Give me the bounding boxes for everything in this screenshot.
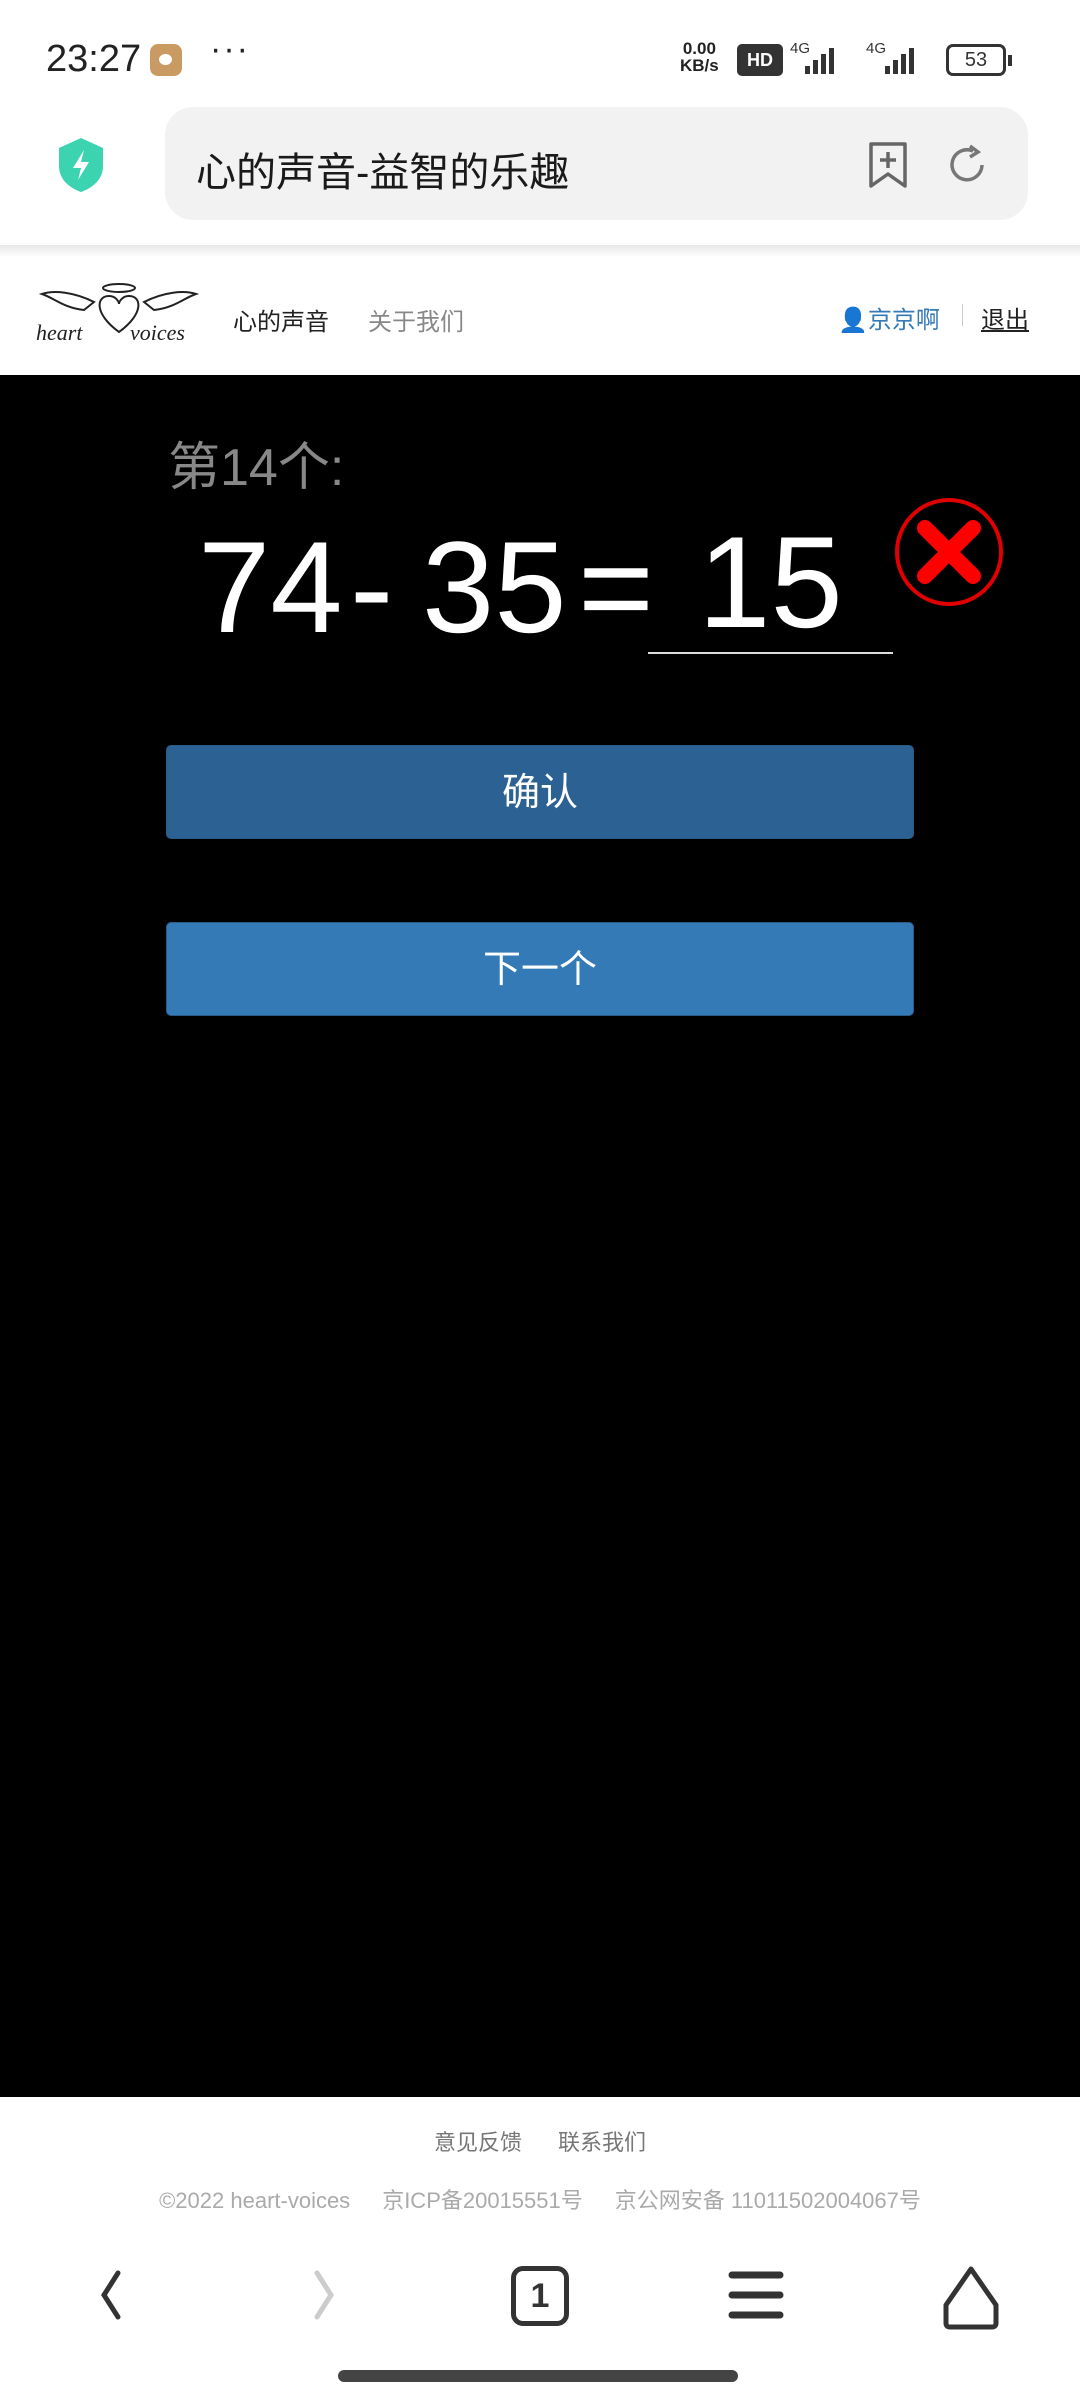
network-speed: 0.00 KB/s xyxy=(680,40,719,74)
answer-input[interactable] xyxy=(648,512,893,654)
page-title[interactable]: 心的声音-益智的乐趣 xyxy=(196,140,569,198)
back-icon[interactable] xyxy=(90,2265,130,2325)
forward-icon[interactable] xyxy=(305,2265,345,2325)
nav-link-heart-voices[interactable]: 心的声音 xyxy=(233,302,329,337)
signal-icon xyxy=(805,44,834,74)
speed-unit: KB/s xyxy=(680,56,719,75)
user-link[interactable]: 👤京京啊 xyxy=(838,300,940,335)
home-indicator[interactable] xyxy=(338,2370,738,2382)
tabs-button[interactable]: 1 xyxy=(511,2266,569,2326)
feedback-link[interactable]: 意见反馈 xyxy=(434,2130,522,2155)
question-number: 第14个: xyxy=(168,439,345,497)
more-notifications-icon: ··· xyxy=(210,30,250,68)
footer-links: 意见反馈 联系我们 xyxy=(0,2125,1080,2157)
sim2-label: 4G xyxy=(866,40,887,57)
confirm-button[interactable]: 确认 xyxy=(166,745,914,839)
logout-link[interactable]: 退出 xyxy=(981,300,1029,335)
icp-link[interactable]: 京ICP备20015551号 xyxy=(382,2188,583,2213)
operand-b: 35 xyxy=(422,514,567,660)
contact-link[interactable]: 联系我们 xyxy=(558,2130,646,2155)
next-button[interactable]: 下一个 xyxy=(166,922,914,1016)
hd-voice-icon: HD xyxy=(737,44,783,76)
notification-app-icon xyxy=(150,44,182,76)
nav-link-about-us[interactable]: 关于我们 xyxy=(368,302,464,337)
svg-text:heart: heart xyxy=(36,320,83,345)
home-icon[interactable] xyxy=(940,2265,1002,2331)
reload-icon[interactable] xyxy=(944,142,990,188)
clock: 23:27 xyxy=(46,38,142,80)
speed-value: 0.00 xyxy=(682,39,716,58)
footer-copyright: ©2022 heart-voices 京ICP备20015551号 京公网安备 11… xyxy=(0,2183,1080,2215)
security-shield-icon[interactable] xyxy=(56,136,106,194)
divider xyxy=(962,304,963,326)
signal-icon xyxy=(885,44,914,74)
menu-icon[interactable] xyxy=(728,2265,784,2325)
equals-sign: = xyxy=(578,514,654,660)
police-record-link[interactable]: 京公网安备 11011502004067号 xyxy=(615,2188,921,2213)
user-icon: 👤 xyxy=(838,307,868,334)
username: 京京啊 xyxy=(867,307,940,334)
operator: - xyxy=(350,514,394,660)
add-bookmark-icon[interactable] xyxy=(866,140,910,190)
operand-a: 74 xyxy=(198,514,343,660)
copyright: ©2022 heart-voices xyxy=(159,2188,351,2213)
heart-voices-logo[interactable]: heart voices xyxy=(34,282,204,346)
wrong-answer-icon xyxy=(895,498,1003,606)
svg-text:voices: voices xyxy=(130,320,185,345)
battery-icon: 53 xyxy=(946,44,1012,76)
status-bar: 23:27 ··· 0.00 KB/s HD 4G 4G 53 xyxy=(0,0,1080,100)
